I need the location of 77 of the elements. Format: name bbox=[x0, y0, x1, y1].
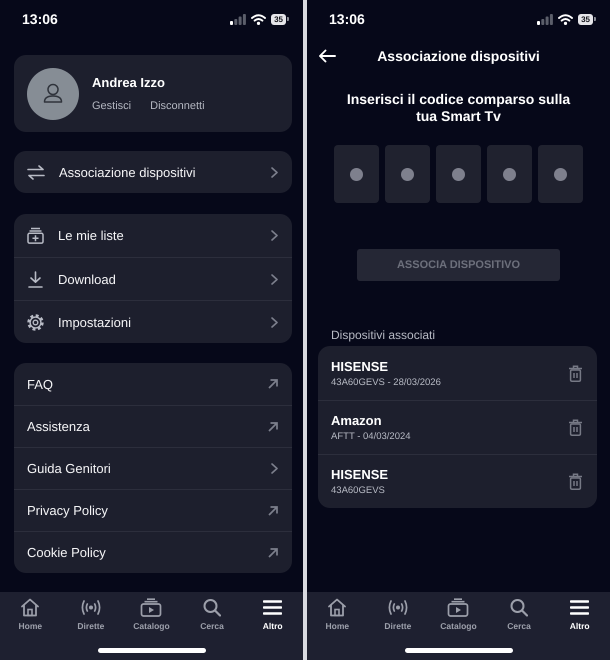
trash-icon[interactable] bbox=[568, 419, 583, 436]
back-icon[interactable] bbox=[318, 49, 336, 63]
settings-icon bbox=[27, 314, 44, 330]
search-icon bbox=[510, 598, 528, 617]
menu-item[interactable]: Le mie liste bbox=[14, 214, 292, 257]
tab-item[interactable]: Dirette bbox=[368, 598, 428, 631]
signal-icon bbox=[537, 14, 554, 24]
menu-item[interactable]: Assistenza bbox=[14, 405, 292, 447]
code-field[interactable] bbox=[385, 145, 430, 203]
device-name: Amazon bbox=[331, 413, 383, 428]
dot-icon bbox=[401, 168, 414, 180]
menu-item[interactable]: Privacy Policy bbox=[14, 489, 292, 531]
chevron-icon bbox=[271, 316, 278, 328]
tab-item[interactable]: Cerca bbox=[488, 598, 550, 631]
tab-item[interactable]: Altro bbox=[242, 598, 303, 631]
chevron-icon bbox=[271, 166, 278, 178]
broadcast-icon bbox=[386, 598, 409, 617]
tv-play-icon bbox=[140, 598, 162, 617]
screen-title: Associazione dispositivi bbox=[376, 48, 541, 64]
profile-name: Andrea Izzo bbox=[92, 75, 166, 90]
arrow-up-right-icon bbox=[268, 506, 278, 516]
tab-item[interactable]: Home bbox=[0, 598, 61, 631]
tab-item[interactable]: Catalogo bbox=[121, 598, 182, 631]
menu-item[interactable]: FAQ bbox=[14, 363, 292, 405]
wifi-icon bbox=[558, 14, 574, 24]
wifi-icon bbox=[251, 14, 266, 24]
tab-item[interactable]: Catalogo bbox=[428, 598, 489, 631]
chevron-icon bbox=[271, 274, 278, 284]
code-field[interactable] bbox=[436, 145, 481, 203]
manage-link[interactable]: Gestisci bbox=[92, 100, 132, 112]
status-time: 13:06 bbox=[22, 11, 58, 27]
arrow-up-right-icon bbox=[268, 379, 278, 389]
menu-icon bbox=[263, 598, 282, 617]
device-detail: AFTT - 04/03/2024 bbox=[331, 431, 412, 442]
tab-item[interactable]: Home bbox=[307, 598, 368, 631]
trash-icon[interactable] bbox=[568, 473, 583, 490]
section-heading: Dispositivi associati bbox=[331, 328, 436, 342]
swap-arrows-icon bbox=[27, 164, 45, 180]
arrow-up-right-icon bbox=[268, 422, 278, 432]
dot-icon bbox=[350, 168, 363, 180]
tab-item[interactable]: Altro bbox=[549, 598, 610, 631]
menu-item[interactable]: Associazione dispositivi bbox=[14, 151, 292, 193]
menu-icon bbox=[570, 598, 590, 617]
search-icon bbox=[203, 598, 222, 617]
menu-item[interactable]: Download bbox=[14, 257, 292, 300]
dot-icon bbox=[554, 168, 567, 180]
dot-icon bbox=[503, 168, 516, 180]
tab-item[interactable]: Dirette bbox=[60, 598, 122, 631]
menu-item[interactable]: Impostazioni bbox=[14, 300, 292, 343]
tab-item[interactable]: Cerca bbox=[182, 598, 242, 631]
battery-indicator: 35 bbox=[578, 14, 596, 24]
device-detail: 43A60GEVS bbox=[331, 485, 386, 496]
chevron-icon bbox=[271, 230, 278, 241]
broadcast-icon bbox=[80, 598, 102, 617]
menu-item[interactable]: Cookie Policy bbox=[14, 531, 292, 573]
status-time: 13:06 bbox=[329, 11, 365, 27]
code-field[interactable] bbox=[487, 145, 532, 203]
code-field[interactable] bbox=[334, 145, 379, 203]
tv-play-icon bbox=[447, 598, 470, 617]
download-icon bbox=[27, 270, 44, 288]
battery-indicator: 35 bbox=[271, 14, 289, 24]
device-detail: 43A60GEVS - 28/03/2026 bbox=[331, 376, 442, 388]
signal-icon bbox=[230, 14, 246, 24]
home-icon bbox=[327, 598, 348, 617]
stack-plus-icon bbox=[27, 227, 44, 244]
code-field[interactable] bbox=[538, 145, 583, 203]
home-icon bbox=[20, 598, 40, 617]
arrow-up-right-icon bbox=[268, 548, 278, 558]
menu-item[interactable]: Guida Genitori bbox=[14, 447, 292, 489]
logout-link[interactable]: Disconnetti bbox=[150, 100, 205, 112]
device-name: HISENSE bbox=[331, 467, 390, 482]
instruction-text: Inserisci il codice comparso sulla tua Smart Tv bbox=[346, 91, 572, 125]
chevron-icon bbox=[271, 463, 278, 474]
avatar-icon bbox=[27, 68, 79, 120]
dot-icon bbox=[452, 168, 465, 180]
trash-icon[interactable] bbox=[568, 364, 583, 382]
device-name: HISENSE bbox=[331, 358, 390, 374]
